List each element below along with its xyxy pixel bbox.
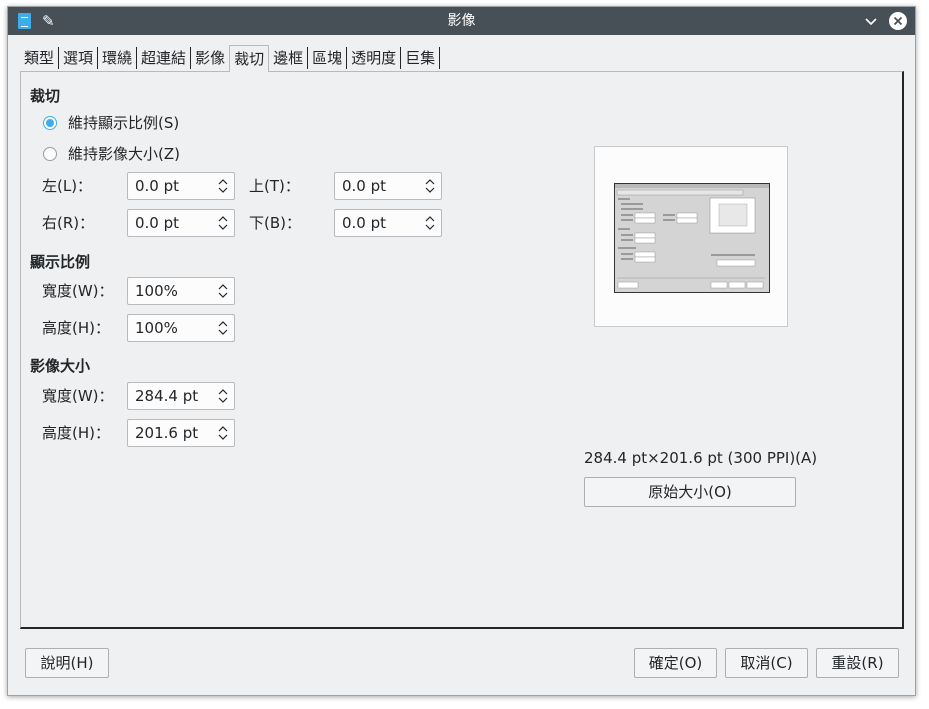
- tab-options[interactable]: 選項: [59, 47, 99, 69]
- crop-right-field[interactable]: 0.0 pt: [127, 209, 235, 237]
- spin-arrows-icon[interactable]: [217, 178, 229, 194]
- keep-scale-label: 維持顯示比例(S): [68, 114, 180, 132]
- tab-type[interactable]: 類型: [20, 47, 60, 69]
- keep-size-label: 維持影像大小(Z): [68, 145, 180, 163]
- tab-image[interactable]: 影像: [191, 47, 230, 69]
- original-size-button[interactable]: 原始大小(O): [584, 477, 796, 507]
- reset-button[interactable]: 重設(R): [816, 648, 899, 678]
- preview-thumbnail: [614, 183, 770, 293]
- chevron-down-icon[interactable]: [861, 11, 881, 31]
- spin-arrows-icon[interactable]: [217, 215, 229, 231]
- spin-arrows-icon[interactable]: [217, 425, 229, 441]
- crop-top-label: 上(T)：: [249, 177, 300, 195]
- spin-arrows-icon[interactable]: [217, 283, 229, 299]
- spin-arrows-icon[interactable]: [424, 178, 436, 194]
- image-height-label: 高度(H)：: [42, 424, 110, 442]
- ok-button[interactable]: 確定(O): [634, 648, 717, 678]
- crop-bottom-label: 下(B)：: [249, 214, 301, 232]
- tab-wrap[interactable]: 環繞: [98, 47, 138, 69]
- crop-section-title: 裁切: [30, 87, 61, 105]
- keep-scale-radio[interactable]: [43, 115, 57, 130]
- scale-height-label: 高度(H)：: [42, 319, 110, 337]
- image-dialog: ✎ 影像 類型 選項 環繞 超連結 影像 裁切 邊框 區塊 透明度 巨集 裁切 …: [7, 6, 916, 696]
- spin-arrows-icon[interactable]: [217, 388, 229, 404]
- crop-left-label: 左(L)：: [42, 177, 93, 195]
- keep-scale-option[interactable]: 維持顯示比例(S): [43, 112, 179, 133]
- scale-width-value: 100%: [135, 282, 178, 300]
- image-width-value: 284.4 pt: [135, 387, 199, 405]
- scale-height-field[interactable]: 100%: [127, 314, 235, 342]
- spin-arrows-icon[interactable]: [217, 320, 229, 336]
- image-height-field[interactable]: 201.6 pt: [127, 419, 235, 447]
- tab-area[interactable]: 區塊: [308, 47, 348, 69]
- close-icon[interactable]: [889, 12, 907, 30]
- cancel-button[interactable]: 取消(C): [725, 648, 808, 678]
- tab-macro[interactable]: 巨集: [401, 47, 441, 69]
- tab-hyperlink[interactable]: 超連結: [137, 47, 192, 69]
- titlebar: ✎ 影像: [8, 7, 915, 35]
- crop-preview: [594, 146, 788, 327]
- help-button[interactable]: 說明(H): [25, 648, 109, 678]
- crop-panel: 裁切 維持顯示比例(S) 維持影像大小(Z) 左(L)： 0.0 pt 上(T)…: [20, 71, 904, 629]
- image-size-section-title: 影像大小: [30, 357, 91, 375]
- scale-section-title: 顯示比例: [30, 253, 91, 271]
- keep-size-radio[interactable]: [43, 146, 57, 161]
- crop-left-value: 0.0 pt: [135, 177, 180, 195]
- image-width-field[interactable]: 284.4 pt: [127, 382, 235, 410]
- image-size-readout: 284.4 pt×201.6 pt (300 PPI)(A): [584, 449, 818, 467]
- tab-bar: 類型 選項 環繞 超連結 影像 裁切 邊框 區塊 透明度 巨集: [20, 45, 441, 72]
- image-width-label: 寬度(W)：: [42, 387, 114, 405]
- keep-size-option[interactable]: 維持影像大小(Z): [43, 143, 180, 164]
- crop-left-field[interactable]: 0.0 pt: [127, 172, 235, 200]
- crop-right-label: 右(R)：: [42, 214, 95, 232]
- spin-arrows-icon[interactable]: [424, 215, 436, 231]
- tab-borders[interactable]: 邊框: [269, 47, 309, 69]
- crop-top-field[interactable]: 0.0 pt: [334, 172, 442, 200]
- preview-dialog-image: [615, 184, 769, 289]
- scale-height-value: 100%: [135, 319, 178, 337]
- scale-width-field[interactable]: 100%: [127, 277, 235, 305]
- tab-transparency[interactable]: 透明度: [347, 47, 402, 69]
- window-title: 影像: [447, 13, 476, 29]
- crop-bottom-value: 0.0 pt: [342, 214, 387, 232]
- crop-right-value: 0.0 pt: [135, 214, 180, 232]
- scale-width-label: 寬度(W)：: [42, 282, 114, 300]
- crop-bottom-field[interactable]: 0.0 pt: [334, 209, 442, 237]
- image-height-value: 201.6 pt: [135, 424, 199, 442]
- crop-top-value: 0.0 pt: [342, 177, 387, 195]
- tab-crop[interactable]: 裁切: [229, 45, 270, 72]
